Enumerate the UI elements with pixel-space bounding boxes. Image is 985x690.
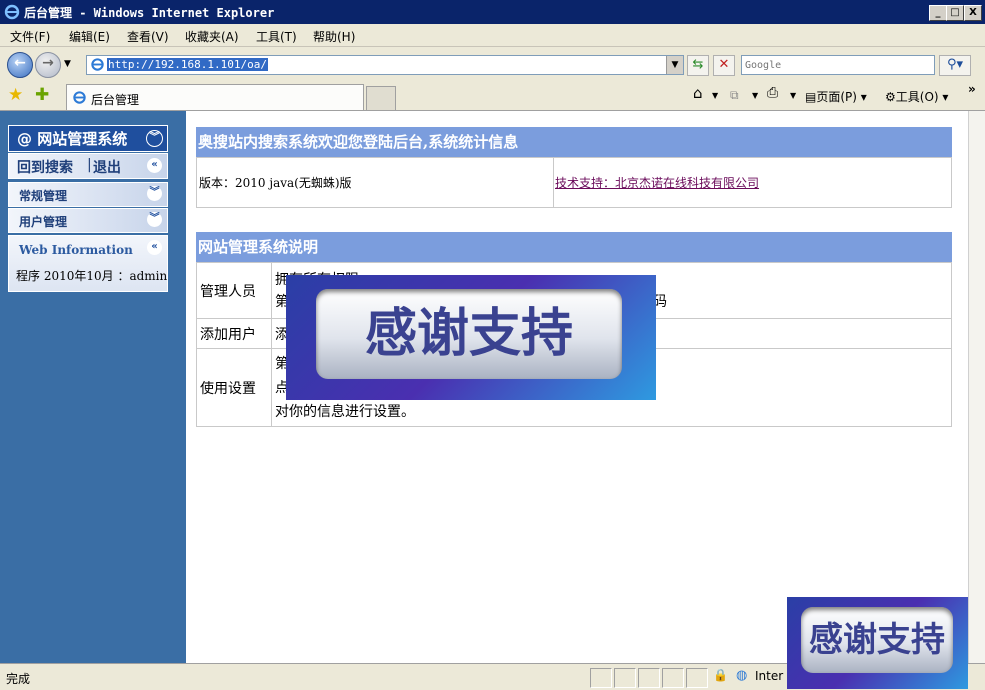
search-input[interactable] xyxy=(742,56,934,74)
print-dropdown-icon[interactable]: ▼ xyxy=(790,91,796,100)
sidebar-links-row: 回到搜索 | 退出 « xyxy=(8,153,168,179)
close-button[interactable]: X xyxy=(964,5,982,21)
links-separator: | xyxy=(87,157,92,173)
row-label: 使用设置 xyxy=(196,348,272,427)
status-pane xyxy=(638,668,660,688)
home-dropdown-icon[interactable]: ▼ xyxy=(712,91,718,100)
back-arrow-icon: ← xyxy=(14,55,26,71)
stop-icon[interactable]: ✕ xyxy=(713,55,735,76)
expand-down-icon[interactable]: ︾ xyxy=(147,186,162,201)
status-pane xyxy=(614,668,636,688)
sidebar-title: @ 网站管理系统 xyxy=(17,130,128,148)
address-field[interactable]: http://192.168.1.101/oa/ ▼ xyxy=(86,55,684,75)
ie-logo-icon xyxy=(4,4,20,20)
menu-edit[interactable]: 编辑(E) xyxy=(69,28,110,45)
menu-view[interactable]: 查看(V) xyxy=(127,28,169,45)
forward-arrow-icon: → xyxy=(42,55,54,71)
support-link[interactable]: 技术支持：北京杰诺在线科技有限公司 xyxy=(555,176,759,190)
feeds-icon[interactable]: ⧉ xyxy=(730,88,739,103)
maximize-button[interactable]: □ xyxy=(946,5,964,21)
sidebar-title-box: @ 网站管理系统 ︾ xyxy=(8,125,168,152)
tab-label: 后台管理 xyxy=(91,93,140,107)
address-row: ← → ▼ http://192.168.1.101/oa/ ▼ ⇆ ✕ ⚲▾ xyxy=(0,47,985,82)
tools-menu-button[interactable]: ⚙工具(O) ▾ xyxy=(885,88,948,105)
back-button[interactable]: ← xyxy=(7,52,33,78)
menu-bar: 文件(F) 编辑(E) 查看(V) 收藏夹(A) 工具(T) 帮助(H) xyxy=(0,24,985,47)
web-information-text: 程序 2010年10月 ：admin xyxy=(16,269,168,283)
minimize-button[interactable]: _ xyxy=(929,5,947,21)
search-go-icon[interactable]: ⚲▾ xyxy=(939,55,971,76)
web-information-panel: Web Information « 程序 2010年10月 ：admin xyxy=(8,235,168,292)
thanks-overlay[interactable]: 感谢支持 xyxy=(286,275,656,400)
tab-row: ★ ✚ 后台管理 ⌂ ▼ ⧉ ▼ ⎙ ▼ ▤页面(P) ▾ ⚙工具(O) ▾ » xyxy=(0,82,985,111)
home-icon[interactable]: ⌂ xyxy=(693,84,703,102)
history-dropdown-icon[interactable]: ▼ xyxy=(64,59,71,69)
status-text: 完成 xyxy=(6,672,31,686)
web-information-title: Web Information xyxy=(19,243,133,257)
menu-file[interactable]: 文件(F) xyxy=(10,28,50,45)
menu-favorites[interactable]: 收藏夹(A) xyxy=(185,28,239,45)
menu-help[interactable]: 帮助(H) xyxy=(313,28,355,45)
welcome-header: 奥搜站内搜索系统欢迎您登陆后台,系统统计信息 xyxy=(196,127,952,157)
search-box[interactable] xyxy=(741,55,935,75)
menu-tools[interactable]: 工具(T) xyxy=(256,28,297,45)
collapse-chevron-icon[interactable]: ︾ xyxy=(146,130,163,147)
ie-page-icon xyxy=(91,58,104,71)
title-bar: 后台管理 - Windows Internet Explorer _ □ X xyxy=(0,0,985,24)
description-header: 网站管理系统说明 xyxy=(196,232,952,262)
sidebar-item-label: 常规管理 xyxy=(19,189,68,203)
thanks-text: 感谢支持 xyxy=(316,289,622,379)
add-favorite-icon[interactable]: ✚ xyxy=(35,85,49,105)
more-chevron[interactable]: » xyxy=(968,82,976,96)
refresh-icon[interactable]: ⇆ xyxy=(687,55,709,76)
internet-zone-icon: ◍ xyxy=(736,668,748,683)
browser-window: 后台管理 - Windows Internet Explorer _ □ X 文… xyxy=(0,0,985,690)
collapse-left-icon[interactable]: « xyxy=(147,158,162,173)
window-title: 后台管理 - Windows Internet Explorer xyxy=(24,6,275,20)
tools-menu-label: 工具(O) xyxy=(895,90,939,104)
zone-text: Inter xyxy=(755,669,784,683)
sidebar-item-label: 用户管理 xyxy=(19,215,68,229)
print-icon[interactable]: ⎙ xyxy=(767,85,778,101)
feeds-dropdown-icon[interactable]: ▼ xyxy=(752,91,758,100)
sidebar-item-users[interactable]: 用户管理 ︾ xyxy=(8,208,168,233)
status-pane xyxy=(590,668,612,688)
stats-table: 版本：2010 java(无蜘蛛)版 技术支持：北京杰诺在线科技有限公司 xyxy=(196,157,952,208)
protected-mode-icon[interactable]: 🔒 xyxy=(713,668,728,682)
new-tab-button[interactable] xyxy=(366,86,396,111)
sidebar: @ 网站管理系统 ︾ 回到搜索 | 退出 « 常规管理 ︾ 用户管理 ︾ Web… xyxy=(0,111,186,663)
logout-link[interactable]: 退出 xyxy=(93,157,121,177)
row-label: 管理人员 xyxy=(196,262,272,319)
favorites-star-icon[interactable]: ★ xyxy=(8,85,23,105)
sidebar-item-general[interactable]: 常规管理 ︾ xyxy=(8,182,168,207)
address-dropdown-icon[interactable]: ▼ xyxy=(666,56,683,74)
tab-admin[interactable]: 后台管理 xyxy=(66,84,364,110)
back-to-search-link[interactable]: 回到搜索 xyxy=(17,157,73,177)
status-pane xyxy=(686,668,708,688)
ie-tab-icon xyxy=(73,91,86,104)
version-cell: 版本：2010 java(无蜘蛛)版 xyxy=(196,157,554,208)
thanks-overlay-small[interactable]: 感谢支持 xyxy=(787,597,968,689)
row-line: 对你的信息进行设置。 xyxy=(275,403,415,420)
address-url[interactable]: http://192.168.1.101/oa/ xyxy=(107,58,268,71)
vertical-scrollbar[interactable] xyxy=(968,111,985,663)
forward-button[interactable]: → xyxy=(35,52,61,78)
collapse-left-icon[interactable]: « xyxy=(147,240,162,255)
page-menu-label: 页面(P) xyxy=(816,90,857,104)
page-menu-button[interactable]: ▤页面(P) ▾ xyxy=(805,88,867,105)
row-label: 添加用户 xyxy=(196,318,272,349)
thanks-text-small: 感谢支持 xyxy=(801,607,953,673)
expand-down-icon[interactable]: ︾ xyxy=(147,212,162,227)
status-pane xyxy=(662,668,684,688)
